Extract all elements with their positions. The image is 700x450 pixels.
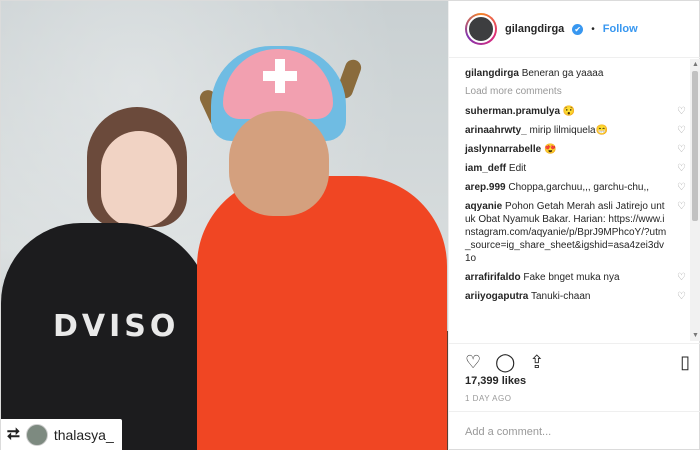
comment-body: jaslynnarrabelle 😍 bbox=[465, 143, 668, 156]
post-timestamp[interactable]: 1 DAY AGO bbox=[465, 394, 511, 403]
comment-username[interactable]: ariiyogaputra bbox=[465, 291, 528, 302]
comment-text: Choppa,garchuu,,, garchu-chu,, bbox=[508, 182, 650, 193]
comment-body: arinaahrwty_ mirip lilmiquela😁 bbox=[465, 124, 668, 137]
post-actions: ♡ ◯ ⇪ ▯ bbox=[449, 343, 700, 379]
like-icon[interactable]: ♡ bbox=[465, 353, 481, 371]
list-item: arep.999 Choppa,garchuu,,, garchu-chu,, … bbox=[465, 181, 686, 194]
comment-like-icon[interactable]: ♡ bbox=[674, 105, 686, 118]
comment-username[interactable]: suherman.pramulya bbox=[465, 106, 560, 117]
like-count[interactable]: 17,399 likes bbox=[465, 375, 526, 387]
shirt-print: DVISO bbox=[53, 309, 180, 344]
girl-face bbox=[101, 131, 177, 227]
list-item: arrafirifaldo Fake bnget muka nya ♡ bbox=[465, 271, 686, 284]
comment-like-icon[interactable]: ♡ bbox=[674, 143, 686, 156]
list-item: suherman.pramulya 😯 ♡ bbox=[465, 105, 686, 118]
share-icon[interactable]: ⇪ bbox=[529, 353, 544, 371]
comment-input[interactable] bbox=[465, 425, 685, 438]
comment-text: Fake bnget muka nya bbox=[523, 272, 620, 283]
avatar-image bbox=[467, 15, 495, 43]
list-item: jaslynnarrabelle 😍 ♡ bbox=[465, 143, 686, 156]
add-comment-bar bbox=[449, 411, 700, 450]
scroll-down-icon[interactable]: ▼ bbox=[692, 332, 699, 339]
save-icon[interactable]: ▯ bbox=[680, 353, 690, 371]
comment-username[interactable]: arinaahrwty_ bbox=[465, 125, 527, 136]
comment-like-icon[interactable]: ♡ bbox=[674, 200, 686, 213]
comment-username[interactable]: arep.999 bbox=[465, 182, 506, 193]
caption: gilangdirga Beneran ga yaaaa bbox=[465, 67, 686, 80]
verified-icon: ✔ bbox=[572, 23, 584, 35]
guy-face bbox=[229, 111, 329, 216]
post-header: gilangdirga ✔ • Follow bbox=[449, 1, 700, 58]
comment-text: 😍 bbox=[543, 144, 557, 155]
comment-like-icon[interactable]: ♡ bbox=[674, 271, 686, 284]
comment-username[interactable]: jaslynnarrabelle bbox=[465, 144, 541, 155]
comment-body: arrafirifaldo Fake bnget muka nya bbox=[465, 271, 668, 284]
comment-body: arep.999 Choppa,garchuu,,, garchu-chu,, bbox=[465, 181, 668, 194]
list-item: arinaahrwty_ mirip lilmiquela😁 ♡ bbox=[465, 124, 686, 137]
post-sidebar: gilangdirga ✔ • Follow gilangdirga Bener… bbox=[448, 1, 700, 450]
follow-button[interactable]: Follow bbox=[603, 23, 638, 35]
comment-like-icon[interactable]: ♡ bbox=[674, 162, 686, 175]
comment-like-icon[interactable]: ♡ bbox=[674, 290, 686, 303]
comment-text: mirip lilmiquela😁 bbox=[529, 125, 609, 136]
repost-avatar bbox=[25, 424, 48, 446]
avatar[interactable] bbox=[465, 13, 497, 45]
instagram-post-window: DVISO ⮂ thalasya_ gilangdirga ✔ • Follow… bbox=[0, 0, 700, 450]
repost-username[interactable]: thalasya_ bbox=[54, 427, 114, 443]
comment-username[interactable]: iam_deff bbox=[465, 163, 506, 174]
comment-body: aqyanie Pohon Getah Merah asli Jatirejo … bbox=[465, 200, 668, 265]
caption-username[interactable]: gilangdirga bbox=[465, 68, 519, 79]
separator-dot: • bbox=[591, 23, 595, 35]
comment-text: 😯 bbox=[562, 106, 576, 117]
comment-like-icon[interactable]: ♡ bbox=[674, 124, 686, 137]
list-item: aqyanie Pohon Getah Merah asli Jatirejo … bbox=[465, 200, 686, 265]
load-more-comments-button[interactable]: Load more comments bbox=[465, 86, 686, 97]
comment-text: Edit bbox=[508, 163, 527, 174]
comment-icon[interactable]: ◯ bbox=[495, 353, 515, 371]
list-item: iam_deff Edit ♡ bbox=[465, 162, 686, 175]
header-username[interactable]: gilangdirga bbox=[505, 23, 564, 35]
scroll-up-icon[interactable]: ▲ bbox=[692, 61, 699, 68]
guy-jacket bbox=[197, 176, 447, 450]
repost-credit[interactable]: ⮂ thalasya_ bbox=[1, 419, 122, 450]
comment-body: ariiyogaputra Tanuki-chaan bbox=[465, 290, 668, 303]
list-item: ariiyogaputra Tanuki-chaan ♡ bbox=[465, 290, 686, 303]
repost-icon: ⮂ bbox=[7, 426, 20, 443]
comment-username[interactable]: aqyanie bbox=[465, 201, 502, 212]
comment-like-icon[interactable]: ♡ bbox=[674, 181, 686, 194]
comment-body: iam_deff Edit bbox=[465, 162, 668, 175]
hat-cross-icon bbox=[263, 59, 297, 93]
comments-list: gilangdirga Beneran ga yaaaa Load more c… bbox=[449, 59, 700, 341]
scroll-thumb[interactable] bbox=[692, 71, 698, 221]
comment-text: Tanuki-chaan bbox=[530, 291, 591, 302]
comment-body: suherman.pramulya 😯 bbox=[465, 105, 668, 118]
post-photo: DVISO ⮂ thalasya_ bbox=[1, 1, 448, 450]
caption-text: Beneran ga yaaaa bbox=[521, 68, 604, 79]
caption-body: gilangdirga Beneran ga yaaaa bbox=[465, 67, 686, 80]
comment-username[interactable]: arrafirifaldo bbox=[465, 272, 521, 283]
comments-scrollbar[interactable]: ▲ ▼ bbox=[690, 59, 700, 341]
